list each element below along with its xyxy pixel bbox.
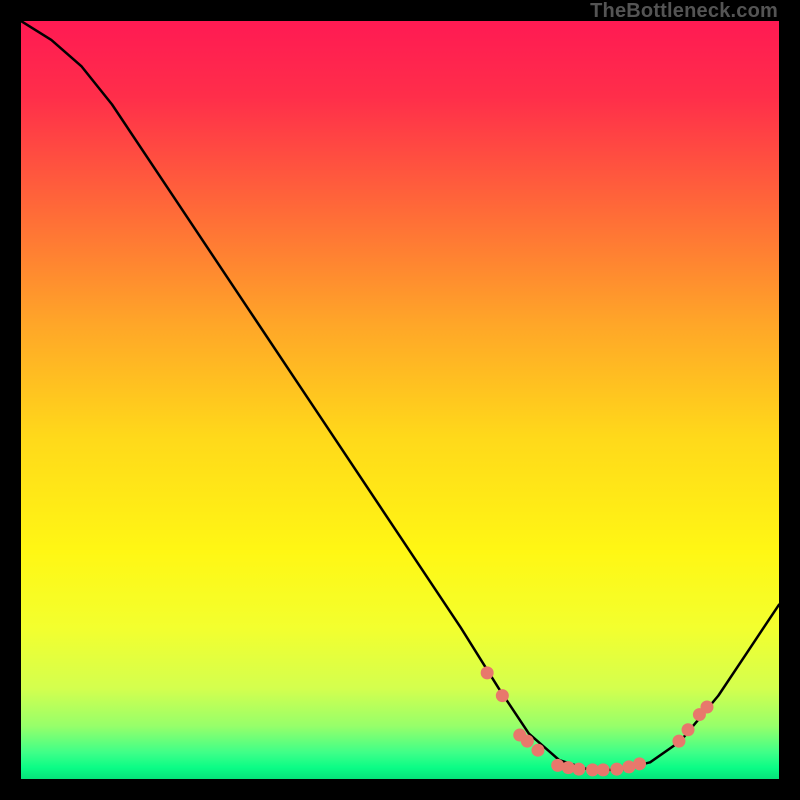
- data-point: [597, 763, 610, 776]
- data-point: [700, 700, 713, 713]
- data-point: [610, 763, 623, 776]
- data-point: [572, 763, 585, 776]
- plot-area: [21, 21, 779, 779]
- data-points: [21, 21, 779, 779]
- data-point: [682, 723, 695, 736]
- data-point: [633, 757, 646, 770]
- data-point: [531, 744, 544, 757]
- data-point: [481, 666, 494, 679]
- chart-frame: TheBottleneck.com: [0, 0, 800, 800]
- data-point: [672, 735, 685, 748]
- data-point: [521, 735, 534, 748]
- data-point: [496, 689, 509, 702]
- attribution-text: TheBottleneck.com: [590, 0, 778, 23]
